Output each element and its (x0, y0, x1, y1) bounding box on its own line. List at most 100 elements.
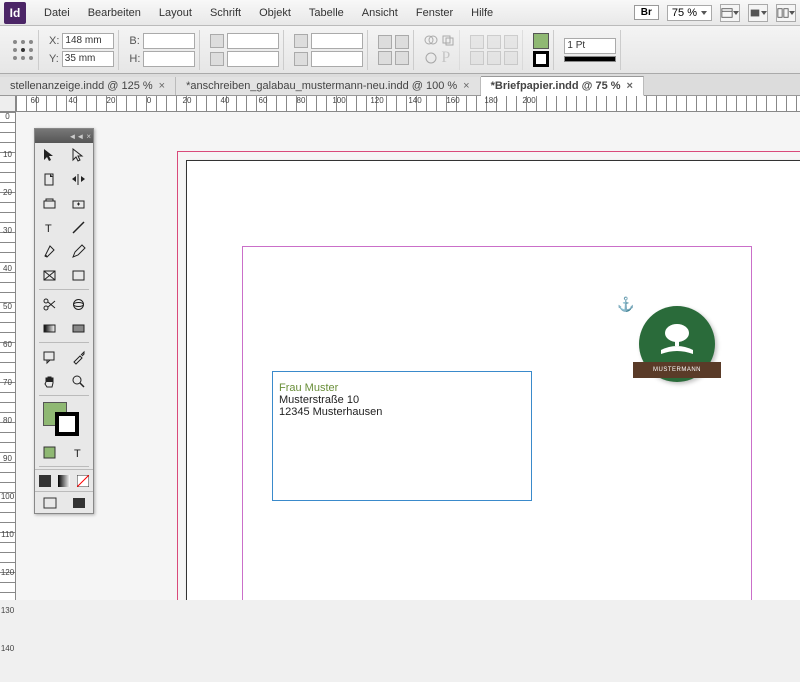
eyedropper-tool[interactable] (64, 345, 93, 369)
apply-gradient-icon[interactable] (54, 470, 73, 491)
zoom-level[interactable]: 75 % (667, 5, 712, 21)
logo-frame[interactable]: ⚓ MUSTERMANN (627, 306, 727, 406)
close-icon[interactable]: × (463, 80, 469, 92)
stroke-swatch[interactable] (533, 51, 549, 67)
rotate-ccw-icon[interactable] (395, 51, 409, 65)
rectangle-tool[interactable] (64, 263, 93, 287)
normal-view-icon[interactable] (35, 492, 64, 513)
page-tool[interactable] (35, 167, 64, 191)
menu-bar: Id Datei Bearbeiten Layout Schrift Objek… (0, 0, 800, 26)
type-tool[interactable]: T (35, 215, 64, 239)
address-street: Musterstraße 10 (279, 394, 525, 406)
arrange-button[interactable] (776, 4, 796, 22)
scale-y-icon[interactable] (210, 52, 224, 66)
menu-fenster[interactable]: Fenster (408, 4, 461, 22)
formatting-container-icon[interactable] (35, 440, 64, 464)
flip-h-icon[interactable] (378, 35, 392, 49)
scale-x-icon[interactable] (210, 34, 224, 48)
tools-panel[interactable]: ◄◄× T T (34, 128, 94, 514)
formatting-text-icon[interactable]: T (64, 440, 93, 464)
scissors-tool[interactable] (35, 292, 64, 316)
apply-color-icon[interactable] (35, 470, 54, 491)
note-tool[interactable] (35, 345, 64, 369)
pen-tool[interactable] (35, 239, 64, 263)
content-collector-tool[interactable] (35, 191, 64, 215)
panel-header[interactable]: ◄◄× (35, 129, 93, 143)
document-tab[interactable]: *anschreiben_galabau_mustermann-neu.indd… (176, 77, 481, 95)
horizontal-ruler[interactable]: 604020020406080100120140160180200 (16, 96, 800, 112)
zoom-tool[interactable] (64, 369, 93, 393)
gradient-feather-tool[interactable] (64, 316, 93, 340)
menu-bearbeiten[interactable]: Bearbeiten (80, 4, 149, 22)
pathfinder-icon (424, 51, 438, 65)
line-tool[interactable] (64, 215, 93, 239)
selection-tool[interactable] (35, 143, 64, 167)
preview-view-icon[interactable] (64, 492, 93, 513)
rotate-icon[interactable] (294, 34, 308, 48)
address-text-frame[interactable]: Frau Muster Musterstraße 10 12345 Muster… (272, 371, 532, 501)
page[interactable]: Frau Muster Musterstraße 10 12345 Muster… (186, 160, 800, 600)
rotate-cw-icon[interactable] (395, 35, 409, 49)
scale-y-field[interactable] (227, 51, 279, 67)
pathfinder-icon (441, 33, 455, 47)
menu-schrift[interactable]: Schrift (202, 4, 249, 22)
address-name: Frau Muster (279, 382, 525, 394)
anchor-icon: ⚓ (617, 296, 634, 313)
wrap-icon[interactable] (504, 35, 518, 49)
canvas[interactable]: Frau Muster Musterstraße 10 12345 Muster… (16, 112, 800, 600)
x-field[interactable]: 148 mm (62, 33, 114, 49)
h-field[interactable] (143, 51, 195, 67)
ruler-origin[interactable] (0, 96, 16, 112)
tab-title: *Briefpapier.indd @ 75 % (491, 80, 621, 92)
chevron-down-icon (701, 11, 707, 15)
fill-swatch[interactable] (533, 33, 549, 49)
wrap-icon[interactable] (487, 51, 501, 65)
menu-datei[interactable]: Datei (36, 4, 78, 22)
flip-v-icon[interactable] (378, 51, 392, 65)
gradient-swatch-tool[interactable] (35, 316, 64, 340)
stroke-weight-field[interactable]: 1 Pt (564, 38, 616, 54)
x-label: X: (49, 35, 59, 47)
menu-layout[interactable]: Layout (151, 4, 200, 22)
reference-point-icon[interactable] (12, 39, 34, 61)
direct-selection-tool[interactable] (64, 143, 93, 167)
free-transform-tool[interactable] (64, 292, 93, 316)
wrap-icon[interactable] (470, 35, 484, 49)
document-tab[interactable]: *Briefpapier.indd @ 75 % × (481, 76, 644, 96)
screen-mode-button[interactable] (748, 4, 768, 22)
color-swatches[interactable] (35, 398, 93, 440)
rotate-field[interactable] (311, 33, 363, 49)
stroke-style[interactable] (564, 56, 616, 62)
pencil-tool[interactable] (64, 239, 93, 263)
menu-ansicht[interactable]: Ansicht (354, 4, 406, 22)
wrap-icon[interactable] (470, 51, 484, 65)
chevron-down-icon (733, 11, 739, 15)
menu-hilfe[interactable]: Hilfe (463, 4, 501, 22)
scale-x-field[interactable] (227, 33, 279, 49)
hand-tool[interactable] (35, 369, 64, 393)
bridge-button[interactable]: Br (634, 5, 659, 20)
shear-icon[interactable] (294, 52, 308, 66)
wrap-icon[interactable] (504, 51, 518, 65)
apply-none-icon[interactable] (74, 470, 93, 491)
shear-field[interactable] (311, 51, 363, 67)
menu-tabelle[interactable]: Tabelle (301, 4, 352, 22)
document-tab-bar: stellenanzeige.indd @ 125 % × *anschreibe… (0, 74, 800, 96)
collapse-icon[interactable]: ◄◄ (68, 132, 84, 141)
stroke-color[interactable] (55, 412, 79, 436)
rectangle-frame-tool[interactable] (35, 263, 64, 287)
view-options-button[interactable] (720, 4, 740, 22)
close-icon[interactable]: × (159, 80, 165, 92)
tab-title: stellenanzeige.indd @ 125 % (10, 80, 153, 92)
close-icon[interactable]: × (627, 80, 633, 92)
content-placer-tool[interactable] (64, 191, 93, 215)
workspace: 604020020406080100120140160180200 010203… (0, 96, 800, 600)
gap-tool[interactable] (64, 167, 93, 191)
document-tab[interactable]: stellenanzeige.indd @ 125 % × (0, 77, 176, 95)
y-field[interactable]: 35 mm (62, 51, 114, 67)
close-icon[interactable]: × (86, 132, 91, 141)
w-field[interactable] (143, 33, 195, 49)
menu-objekt[interactable]: Objekt (251, 4, 299, 22)
wrap-icon[interactable] (487, 35, 501, 49)
vertical-ruler[interactable]: 0102030405060708090100110120130140 (0, 112, 16, 600)
